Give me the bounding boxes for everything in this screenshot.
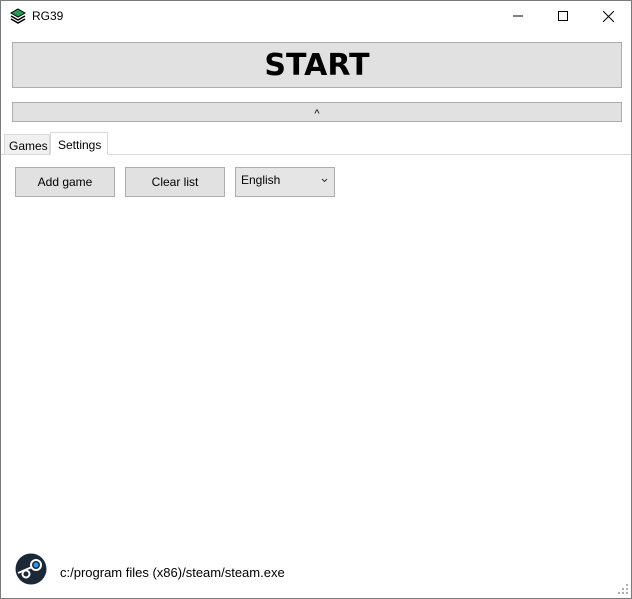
minimize-button[interactable] — [495, 1, 541, 31]
chevron-down-icon — [321, 178, 328, 183]
collapse-button[interactable]: ^ — [12, 102, 622, 122]
maximize-button[interactable] — [540, 1, 586, 31]
minimize-icon — [513, 15, 523, 17]
resize-grip-icon[interactable] — [617, 583, 629, 595]
steam-path-label: c:/program files (x86)/steam/steam.exe — [60, 565, 285, 580]
steam-icon[interactable] — [15, 553, 47, 585]
tab-settings[interactable]: Settings — [50, 132, 108, 155]
add-game-button[interactable]: Add game — [15, 167, 115, 197]
start-button[interactable]: START — [12, 42, 622, 88]
settings-panel: Add game Clear list English c:/program f… — [1, 155, 631, 598]
title-bar[interactable]: RG39 — [1, 1, 631, 31]
close-icon — [602, 10, 614, 22]
clear-list-button[interactable]: Clear list — [125, 167, 225, 197]
app-window: RG39 START ^ Games Settings Add game Cle… — [0, 0, 632, 599]
app-logo-icon — [10, 8, 26, 24]
close-button[interactable] — [585, 1, 631, 31]
tab-strip: Games Settings — [1, 132, 631, 155]
tab-games[interactable]: Games — [4, 134, 50, 155]
language-selected-value: English — [241, 173, 281, 187]
language-select[interactable]: English — [235, 167, 335, 197]
maximize-icon — [558, 11, 568, 21]
window-title: RG39 — [32, 9, 64, 23]
